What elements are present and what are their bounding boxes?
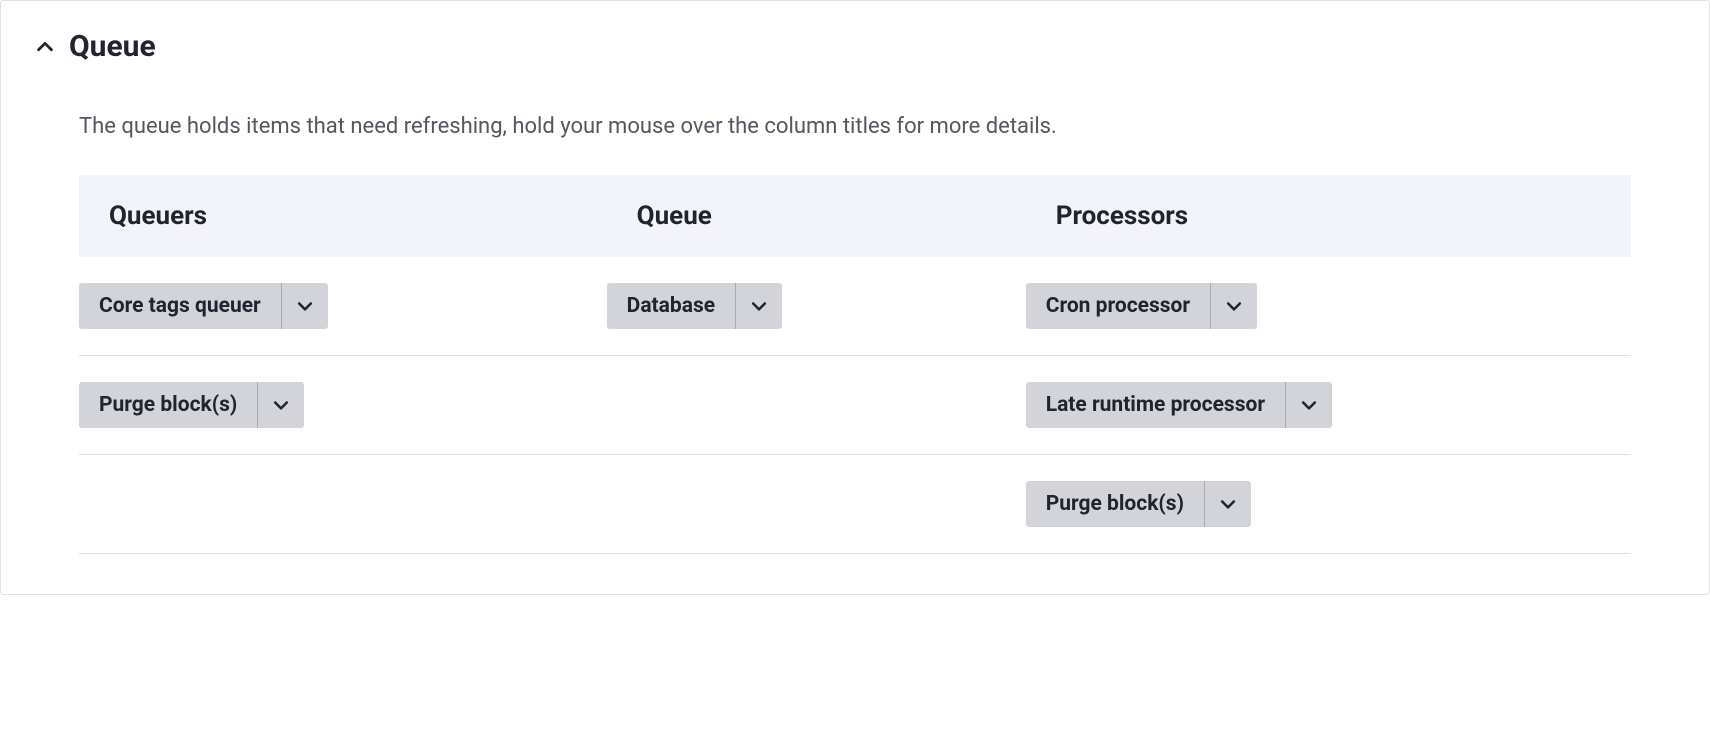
processors-purge-block-s-dropdown[interactable]: Purge block(s): [1026, 481, 1251, 527]
queuers-purge-block-s-label: Purge block(s): [79, 382, 257, 428]
processors-late-runtime-processor-dropdown[interactable]: Late runtime processor: [1026, 382, 1332, 428]
table-row: Core tags queuer Database Cron processor: [79, 257, 1631, 356]
cell-queuers: Core tags queuer: [79, 257, 607, 356]
queuers-core-tags-queuer-label: Core tags queuer: [79, 283, 281, 329]
chevron-down-icon: [1205, 481, 1251, 527]
table-header-row: Queuers Queue Processors: [79, 175, 1631, 257]
panel-title: Queue: [69, 29, 156, 64]
cell-queue: [607, 356, 1026, 455]
panel-header[interactable]: Queue: [1, 29, 1709, 84]
queue-database-dropdown[interactable]: Database: [607, 283, 782, 329]
queuers-purge-block-s-dropdown[interactable]: Purge block(s): [79, 382, 304, 428]
cell-processors: Cron processor: [1026, 257, 1631, 356]
col-queuers: Queuers: [79, 175, 607, 257]
chevron-down-icon: [736, 283, 782, 329]
chevron-down-icon: [1211, 283, 1257, 329]
cell-queuers: Purge block(s): [79, 356, 607, 455]
col-queue: Queue: [607, 175, 1026, 257]
panel-content: The queue holds items that need refreshi…: [1, 114, 1709, 594]
col-processors: Processors: [1026, 175, 1631, 257]
cell-queue: Database: [607, 257, 1026, 356]
queue-panel: Queue The queue holds items that need re…: [0, 0, 1710, 595]
table-row: Purge block(s) Late runtime processor: [79, 356, 1631, 455]
queuers-core-tags-queuer-dropdown[interactable]: Core tags queuer: [79, 283, 328, 329]
panel-description: The queue holds items that need refreshi…: [79, 114, 1631, 139]
processors-late-runtime-processor-label: Late runtime processor: [1026, 382, 1285, 428]
chevron-down-icon: [282, 283, 328, 329]
processors-cron-processor-label: Cron processor: [1026, 283, 1210, 329]
cell-queue: [607, 455, 1026, 554]
cell-queuers: [79, 455, 607, 554]
queue-database-label: Database: [607, 283, 735, 329]
chevron-down-icon: [1286, 382, 1332, 428]
queue-table: Queuers Queue Processors Core tags queue…: [79, 175, 1631, 554]
chevron-up-icon: [31, 33, 59, 61]
table-row: Purge block(s): [79, 455, 1631, 554]
cell-processors: Purge block(s): [1026, 455, 1631, 554]
cell-processors: Late runtime processor: [1026, 356, 1631, 455]
processors-cron-processor-dropdown[interactable]: Cron processor: [1026, 283, 1257, 329]
processors-purge-block-s-label: Purge block(s): [1026, 481, 1204, 527]
chevron-down-icon: [258, 382, 304, 428]
